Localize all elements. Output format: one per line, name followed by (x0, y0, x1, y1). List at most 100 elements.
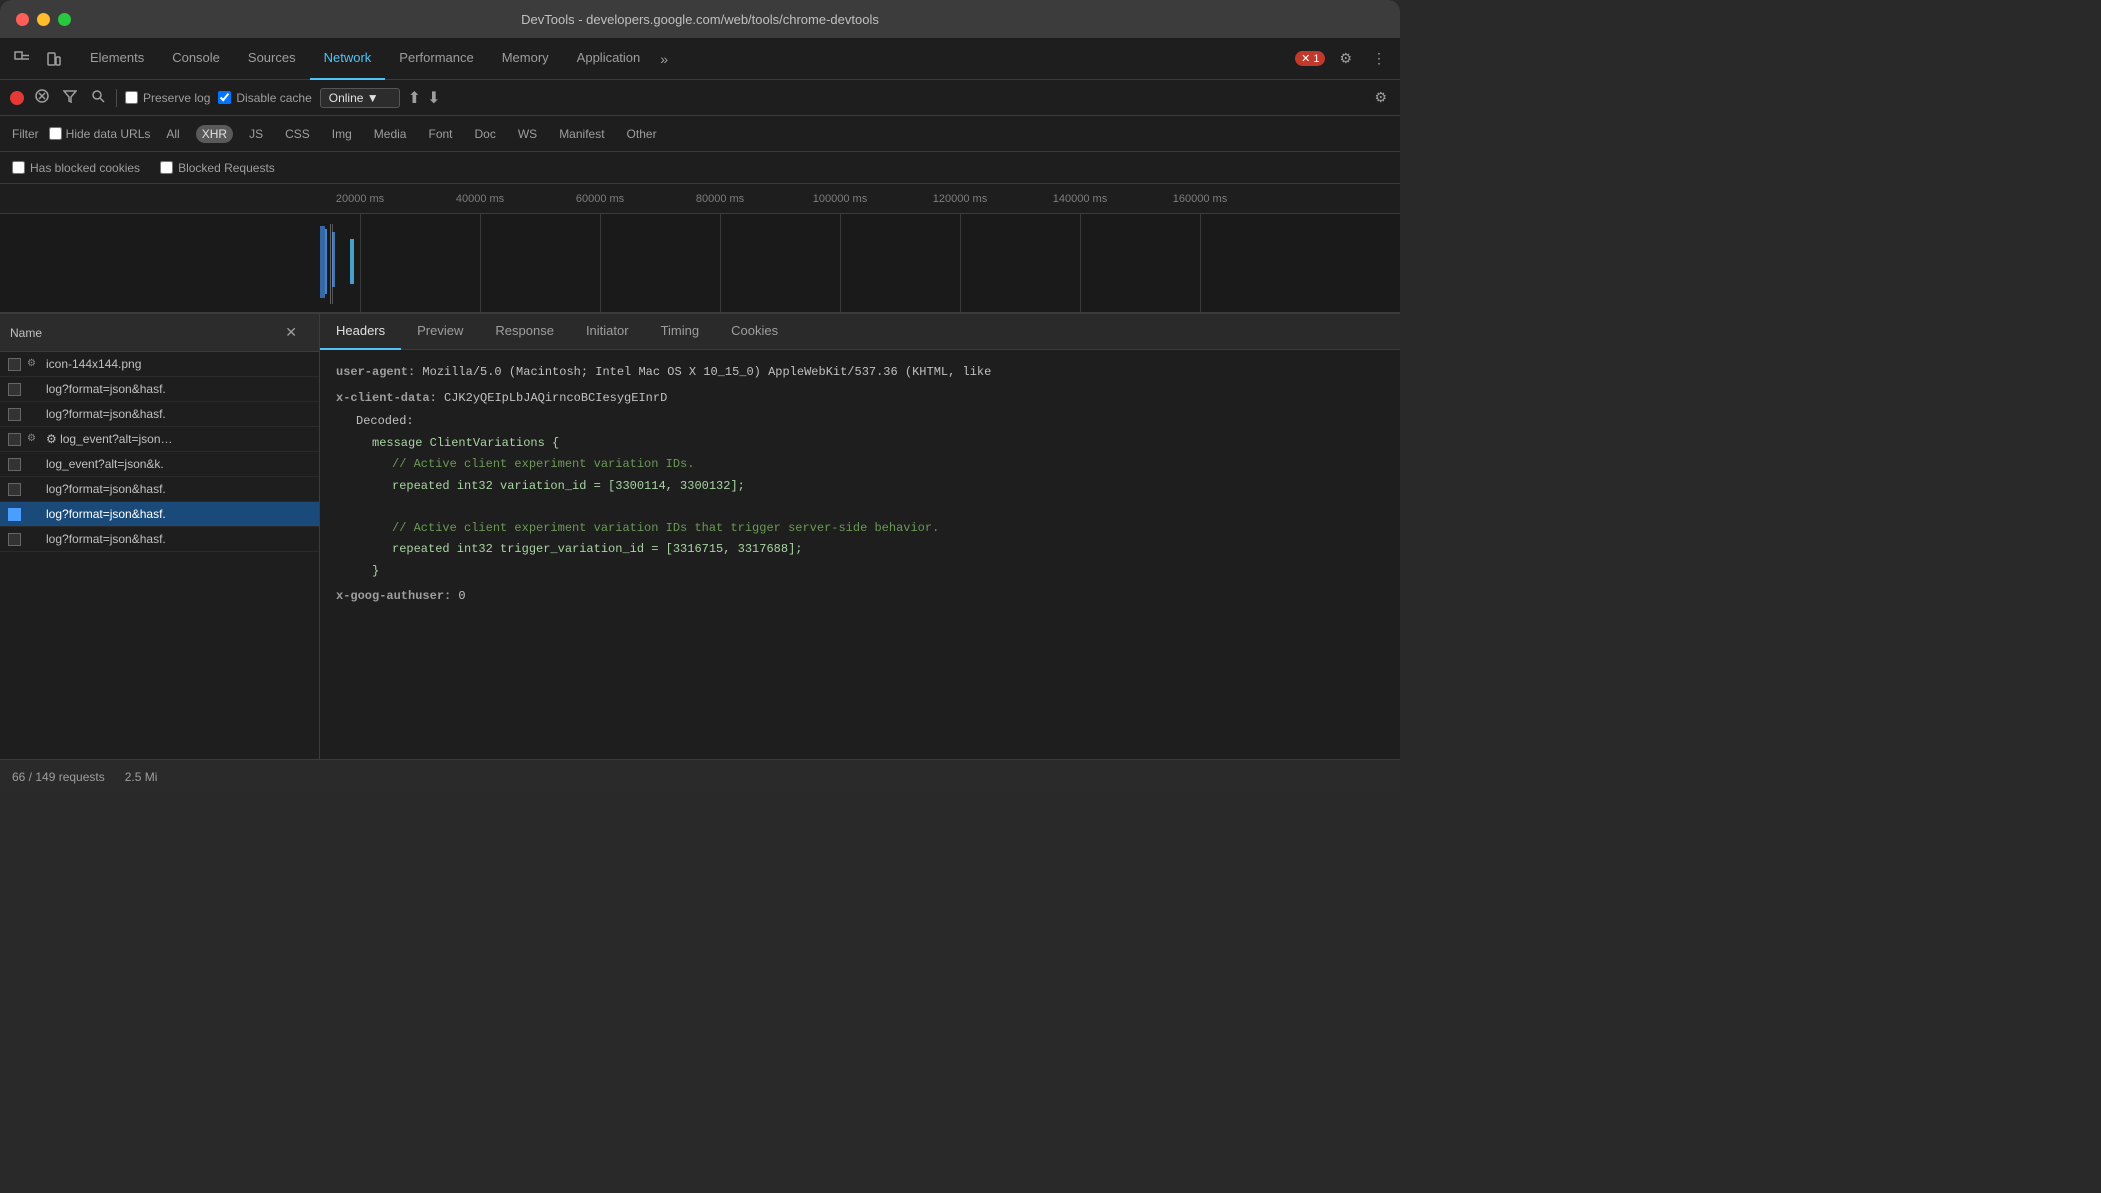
has-blocked-cookies-checkbox[interactable]: Has blocked cookies (12, 161, 140, 175)
filter-ws[interactable]: WS (512, 125, 543, 143)
window-title: DevTools - developers.google.com/web/too… (521, 12, 879, 27)
filter-font[interactable]: Font (422, 125, 458, 143)
file-item[interactable]: ⚙ ⚙ log_event?alt=json… (0, 427, 319, 452)
upload-icon[interactable]: ⬆ (408, 88, 421, 108)
filter-xhr[interactable]: XHR (196, 125, 233, 143)
tab-memory[interactable]: Memory (488, 38, 563, 80)
filter-manifest[interactable]: Manifest (553, 125, 610, 143)
file-item[interactable]: log?format=json&hasf. (0, 477, 319, 502)
code-comment-2: // Active client experiment variation ID… (392, 518, 1384, 540)
tab-initiator[interactable]: Initiator (570, 314, 645, 350)
file-name: log?format=json&hasf. (46, 507, 166, 521)
preserve-log-checkbox[interactable]: Preserve log (125, 91, 210, 105)
filter-doc[interactable]: Doc (469, 125, 502, 143)
file-type-icon: ⚙ (27, 358, 40, 371)
tick-160000: 160000 ms (1173, 193, 1227, 205)
headers-content[interactable]: user-agent: Mozilla/5.0 (Macintosh; Inte… (320, 350, 1400, 759)
user-agent-row: user-agent: Mozilla/5.0 (Macintosh; Inte… (336, 362, 1384, 384)
toolbar-separator (116, 89, 117, 107)
timeline-header: 20000 ms 40000 ms 60000 ms 80000 ms 1000… (0, 184, 1400, 214)
file-type-icon (27, 483, 40, 496)
x-goog-key: x-goog-authuser: (336, 589, 451, 603)
file-item[interactable]: log?format=json&hasf. (0, 377, 319, 402)
error-badge[interactable]: ✕ 1 (1295, 51, 1325, 66)
main-content: Name ✕ ⚙ icon-144x144.png log?format=jso… (0, 314, 1400, 759)
transfer-size: 2.5 Mi (125, 770, 158, 784)
file-item[interactable]: log_event?alt=json&k. (0, 452, 319, 477)
file-name: log_event?alt=json&k. (46, 457, 164, 471)
filter-js[interactable]: JS (243, 125, 269, 143)
tab-bar-right: ✕ 1 ⚙ ⋮ (1295, 46, 1392, 71)
file-checkbox[interactable] (8, 458, 21, 471)
file-name: icon-144x144.png (46, 357, 141, 371)
file-list-header: Name ✕ (0, 314, 319, 352)
blocked-requests-checkbox[interactable]: Blocked Requests (160, 161, 275, 175)
disable-cache-checkbox[interactable]: Disable cache (218, 91, 311, 105)
file-checkbox[interactable] (8, 533, 21, 546)
tab-console[interactable]: Console (158, 38, 234, 80)
file-item[interactable]: log?format=json&hasf. (0, 402, 319, 427)
hide-data-urls-checkbox[interactable]: Hide data URLs (49, 127, 151, 141)
file-checkbox[interactable] (8, 508, 21, 521)
file-checkbox[interactable] (8, 483, 21, 496)
tab-elements[interactable]: Elements (76, 38, 158, 80)
filter-media[interactable]: Media (368, 125, 413, 143)
tab-headers[interactable]: Headers (320, 314, 401, 350)
more-options-icon[interactable]: ⋮ (1366, 46, 1392, 71)
tick-60000: 60000 ms (576, 193, 624, 205)
fullscreen-button[interactable] (58, 13, 71, 26)
search-icon[interactable] (88, 86, 108, 109)
minimize-button[interactable] (37, 13, 50, 26)
file-item[interactable]: log?format=json&hasf. (0, 527, 319, 552)
tab-preview[interactable]: Preview (401, 314, 479, 350)
filter-all[interactable]: All (160, 125, 185, 143)
tick-140000: 140000 ms (1053, 193, 1107, 205)
x-client-data-row: x-client-data: CJK2yQEIpLbJAQirncoBCIesy… (336, 388, 1384, 410)
tick-120000: 120000 ms (933, 193, 987, 205)
title-bar: DevTools - developers.google.com/web/too… (0, 0, 1400, 38)
tick-20000: 20000 ms (336, 193, 384, 205)
more-tabs-button[interactable]: » (654, 47, 674, 71)
tab-response[interactable]: Response (479, 314, 570, 350)
waterfall-chart (0, 214, 1400, 314)
tick-80000: 80000 ms (696, 193, 744, 205)
file-checkbox[interactable] (8, 408, 21, 421)
tab-application[interactable]: Application (563, 38, 655, 80)
tab-performance[interactable]: Performance (385, 38, 487, 80)
settings-icon[interactable]: ⚙ (1333, 46, 1358, 71)
filter-icon[interactable] (60, 86, 80, 109)
network-settings-icon[interactable]: ⚙ (1371, 86, 1390, 109)
file-type-icon (27, 533, 40, 546)
throttle-dropdown[interactable]: Online ▼ (320, 88, 400, 108)
inspect-icon[interactable] (8, 47, 36, 71)
filter-img[interactable]: Img (326, 125, 358, 143)
tab-cookies[interactable]: Cookies (715, 314, 794, 350)
traffic-lights (16, 13, 71, 26)
decoded-label: Decoded: (356, 411, 1384, 433)
filter-other[interactable]: Other (621, 125, 663, 143)
download-icon[interactable]: ⬇ (427, 88, 440, 108)
file-name: log?format=json&hasf. (46, 407, 166, 421)
file-item[interactable]: ⚙ icon-144x144.png (0, 352, 319, 377)
decoded-text: Decoded: (356, 414, 414, 428)
tab-network[interactable]: Network (310, 38, 386, 80)
code-content: message ClientVariations { // Active cli… (356, 433, 1384, 583)
file-checkbox[interactable] (8, 433, 21, 446)
record-button[interactable] (10, 91, 24, 105)
filter-css[interactable]: CSS (279, 125, 316, 143)
panel-close-button[interactable]: ✕ (277, 320, 305, 345)
file-type-icon (27, 408, 40, 421)
file-type-icon (27, 383, 40, 396)
stop-icon[interactable] (32, 86, 52, 109)
file-checkbox[interactable] (8, 358, 21, 371)
device-icon[interactable] (40, 47, 68, 71)
code-line-2: repeated int32 variation_id = [3300114, … (392, 476, 1384, 498)
devtools-icons (8, 47, 68, 71)
close-button[interactable] (16, 13, 29, 26)
file-item[interactable]: log?format=json&hasf. (0, 502, 319, 527)
file-checkbox[interactable] (8, 383, 21, 396)
tab-timing[interactable]: Timing (645, 314, 716, 350)
tick-100000: 100000 ms (813, 193, 867, 205)
file-type-icon (27, 508, 40, 521)
tab-sources[interactable]: Sources (234, 38, 310, 80)
